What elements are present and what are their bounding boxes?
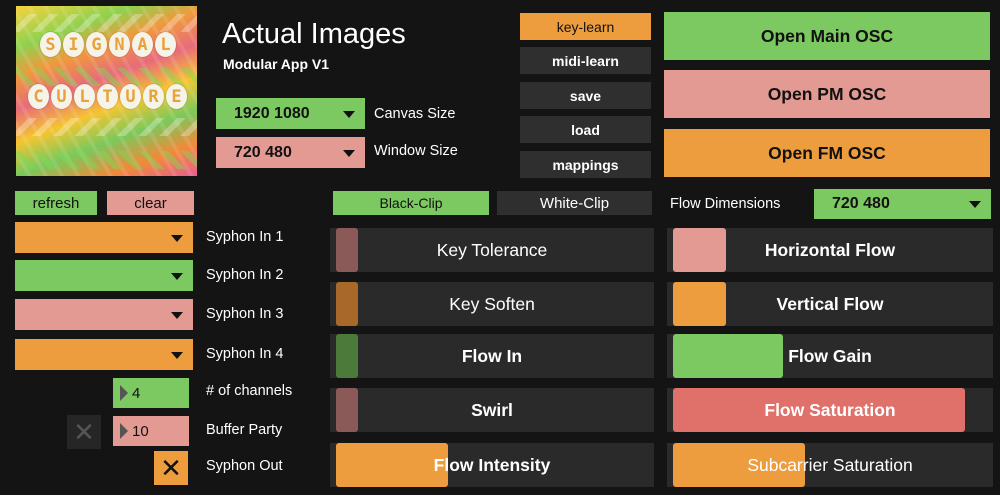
refresh-button[interactable]: refresh (15, 191, 97, 215)
slider-label: Swirl (471, 399, 513, 420)
right-slider-flow-saturation[interactable]: Flow Saturation (667, 388, 993, 432)
slider-label: Horizontal Flow (764, 239, 896, 260)
right-slider-vertical-flow[interactable]: Vertical Flow (667, 282, 993, 326)
left-slider-flow-in[interactable]: Flow In (330, 334, 654, 378)
chevron-down-icon (969, 201, 981, 208)
save-button[interactable]: save (520, 82, 651, 109)
syphon-in-3-dropdown[interactable] (15, 299, 193, 330)
logo-letter: U (51, 84, 72, 109)
close-icon: ✕ (73, 417, 95, 447)
logo-letter: L (155, 32, 176, 57)
chevron-down-icon (343, 110, 355, 118)
mappings-button[interactable]: mappings (520, 151, 651, 178)
open-fm-osc-button[interactable]: Open FM OSC (664, 129, 990, 177)
buffer-toggle[interactable]: ✕ (67, 415, 101, 449)
flow-dimensions-value: 720 480 (832, 195, 890, 212)
chevron-down-icon (171, 234, 183, 242)
syphon-out-label: Syphon Out (206, 458, 283, 474)
chevron-down-icon (171, 272, 183, 280)
window-size-dropdown[interactable]: 720 480 (216, 137, 365, 168)
logo-letter: G (86, 32, 107, 57)
syphon-in-2-dropdown[interactable] (15, 260, 193, 291)
logo-letter: I (63, 32, 84, 57)
logo-letter: U (120, 84, 141, 109)
key-learn-button[interactable]: key-learn (520, 13, 651, 40)
canvas-size-value: 1920 1080 (234, 104, 310, 122)
slider-label: Flow Saturation (764, 399, 896, 420)
buffer-number-field[interactable]: 10 (113, 416, 189, 446)
white-clip-button[interactable]: White-Clip (497, 191, 652, 215)
syphon-in-2-label: Syphon In 2 (206, 267, 284, 283)
buffer-label: Buffer Party (206, 422, 283, 438)
midi-learn-button[interactable]: midi-learn (520, 47, 651, 74)
black-clip-button[interactable]: Black-Clip (333, 191, 489, 215)
chevron-down-icon (343, 149, 355, 157)
logo-letter: L (74, 84, 95, 109)
signal-culture-logo: SIGNAL CULTURE (16, 6, 197, 176)
left-slider-key-soften[interactable]: Key Soften (330, 282, 654, 326)
slider-label: Flow In (461, 345, 523, 366)
chevron-down-icon (171, 351, 183, 359)
right-slider-flow-gain[interactable]: Flow Gain (667, 334, 993, 378)
syphon-in-1-dropdown[interactable] (15, 222, 193, 253)
syphon-in-4-dropdown[interactable] (15, 339, 193, 370)
syphon-in-4-label: Syphon In 4 (206, 346, 284, 362)
slider-label: Subcarrier Saturation (747, 454, 913, 475)
logo-letter: A (132, 32, 153, 57)
open-main-osc-button[interactable]: Open Main OSC (664, 12, 990, 60)
logo-word-culture: CULTURE (28, 84, 187, 109)
logo-letter: C (28, 84, 49, 109)
flow-dimensions-label: Flow Dimensions (670, 196, 781, 212)
canvas-size-label: Canvas Size (374, 106, 456, 122)
load-button[interactable]: load (520, 116, 651, 143)
close-icon: ✕ (160, 453, 182, 483)
clear-button[interactable]: clear (107, 191, 194, 215)
syphon-in-3-label: Syphon In 3 (206, 306, 284, 322)
slider-label: Flow Intensity (433, 454, 551, 475)
syphon-in-1-label: Syphon In 1 (206, 229, 284, 245)
chevron-down-icon (171, 311, 183, 319)
window-size-label: Window Size (374, 143, 458, 159)
slider-label: Vertical Flow (776, 293, 884, 314)
channels-value: 4 (132, 384, 141, 402)
logo-letter: S (40, 32, 61, 57)
buffer-value: 10 (132, 422, 149, 440)
window-size-value: 720 480 (234, 143, 292, 161)
logo-letter: N (109, 32, 130, 57)
syphon-out-toggle[interactable]: ✕ (154, 451, 188, 485)
logo-word-signal: SIGNAL (40, 32, 176, 57)
play-triangle-icon (120, 423, 128, 439)
play-triangle-icon (120, 385, 128, 401)
slider-label: Key Soften (449, 293, 535, 314)
slider-label: Flow Gain (788, 345, 872, 366)
open-pm-osc-button[interactable]: Open PM OSC (664, 70, 990, 118)
app-title: Actual Images (222, 18, 406, 50)
right-slider-subcarrier-saturation[interactable]: Subcarrier Saturation (667, 443, 993, 487)
channels-number-field[interactable]: 4 (113, 378, 189, 408)
right-slider-horizontal-flow[interactable]: Horizontal Flow (667, 228, 993, 272)
logo-letter: E (166, 84, 187, 109)
left-slider-swirl[interactable]: Swirl (330, 388, 654, 432)
left-slider-key-tolerance[interactable]: Key Tolerance (330, 228, 654, 272)
flow-dimensions-dropdown[interactable]: 720 480 (814, 189, 991, 219)
canvas-size-dropdown[interactable]: 1920 1080 (216, 98, 365, 129)
slider-label: Key Tolerance (436, 239, 548, 260)
channels-label: # of channels (206, 383, 293, 399)
logo-letter: R (143, 84, 164, 109)
app-subtitle: Modular App V1 (223, 56, 330, 72)
logo-letter: T (97, 84, 118, 109)
left-slider-flow-intensity[interactable]: Flow Intensity (330, 443, 654, 487)
